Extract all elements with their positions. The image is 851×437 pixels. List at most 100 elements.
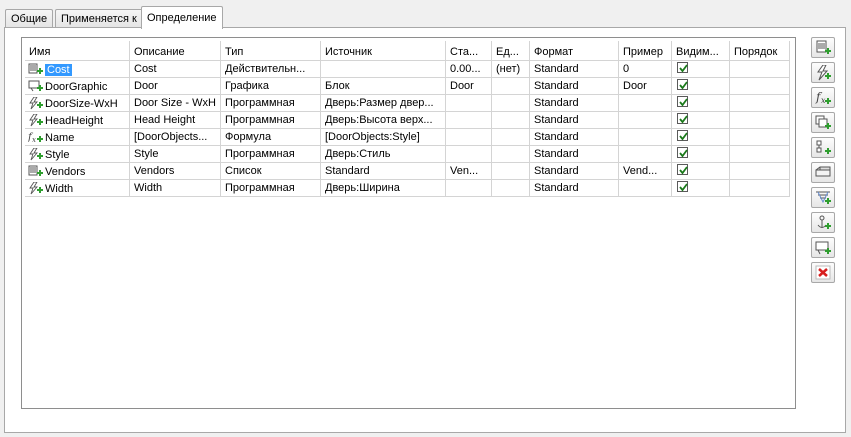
visible-checkbox[interactable] bbox=[677, 96, 688, 107]
cell-name[interactable]: Width bbox=[25, 180, 130, 197]
cell-description[interactable]: Width bbox=[130, 180, 221, 197]
cell-type[interactable]: Графика bbox=[221, 78, 321, 95]
cell-format[interactable]: Standard bbox=[530, 78, 619, 95]
table-row[interactable]: DoorGraphic Door Графика Блок Door Standard Do… bbox=[22, 78, 790, 95]
visible-checkbox[interactable] bbox=[677, 79, 688, 90]
column-header-example[interactable]: Пример bbox=[619, 41, 672, 61]
cell-visible[interactable] bbox=[672, 78, 730, 95]
cell-order[interactable] bbox=[730, 146, 790, 163]
cell-format[interactable]: Standard bbox=[530, 129, 619, 146]
cell-start-value[interactable]: 0.00... bbox=[446, 61, 492, 78]
cell-format[interactable]: Standard bbox=[530, 146, 619, 163]
cell-description[interactable]: Style bbox=[130, 146, 221, 163]
add-formula-property-button[interactable]: fx bbox=[811, 87, 835, 108]
visible-checkbox[interactable] bbox=[677, 164, 688, 175]
cell-order[interactable] bbox=[730, 163, 790, 180]
cell-name[interactable]: Cost bbox=[25, 61, 130, 78]
cell-units[interactable] bbox=[492, 180, 530, 197]
cell-visible[interactable] bbox=[672, 163, 730, 180]
cell-order[interactable] bbox=[730, 61, 790, 78]
cell-source[interactable]: Standard bbox=[321, 163, 446, 180]
column-header-type[interactable]: Тип bbox=[221, 41, 321, 61]
cell-visible[interactable] bbox=[672, 95, 730, 112]
cell-order[interactable] bbox=[730, 95, 790, 112]
cell-description[interactable]: Head Height bbox=[130, 112, 221, 129]
table-row[interactable]: HeadHeight Head Height Программная Дверь:Вы… bbox=[22, 112, 790, 129]
column-header-units[interactable]: Ед... bbox=[492, 41, 530, 61]
cell-source[interactable]: Дверь:Высота верх... bbox=[321, 112, 446, 129]
cell-type[interactable]: Формула bbox=[221, 129, 321, 146]
cell-source[interactable]: [DoorObjects:Style] bbox=[321, 129, 446, 146]
cell-name[interactable]: Vendors bbox=[25, 163, 130, 180]
cell-start-value[interactable] bbox=[446, 112, 492, 129]
cell-start-value[interactable] bbox=[446, 129, 492, 146]
cell-source[interactable]: Дверь:Размер двер... bbox=[321, 95, 446, 112]
cell-example[interactable]: 0 bbox=[619, 61, 672, 78]
add-location-property-button[interactable] bbox=[811, 112, 835, 133]
cell-source[interactable]: Дверь:Ширина bbox=[321, 180, 446, 197]
cell-units[interactable] bbox=[492, 163, 530, 180]
column-header-order[interactable]: Порядок bbox=[730, 41, 790, 61]
add-anchor-property-button[interactable] bbox=[811, 212, 835, 233]
cell-name[interactable]: Style bbox=[25, 146, 130, 163]
cell-format[interactable]: Standard bbox=[530, 163, 619, 180]
visible-checkbox[interactable] bbox=[677, 130, 688, 141]
column-header-description[interactable]: Описание bbox=[130, 41, 221, 61]
cell-description[interactable]: [DoorObjects... bbox=[130, 129, 221, 146]
cell-start-value[interactable] bbox=[446, 180, 492, 197]
cell-source[interactable] bbox=[321, 61, 446, 78]
table-row[interactable]: f x Name [DoorObjects... Формула [DoorObjects… bbox=[22, 129, 790, 146]
cell-start-value[interactable]: Door bbox=[446, 78, 492, 95]
cell-start-value[interactable]: Ven... bbox=[446, 163, 492, 180]
add-manual-property-button[interactable] bbox=[811, 37, 835, 58]
cell-order[interactable] bbox=[730, 129, 790, 146]
cell-type[interactable]: Программная bbox=[221, 95, 321, 112]
cell-example[interactable] bbox=[619, 180, 672, 197]
cell-description[interactable]: Vendors bbox=[130, 163, 221, 180]
cell-units[interactable] bbox=[492, 112, 530, 129]
cell-type[interactable]: Список bbox=[221, 163, 321, 180]
cell-source[interactable]: Блок bbox=[321, 78, 446, 95]
cell-description[interactable]: Door bbox=[130, 78, 221, 95]
cell-start-value[interactable] bbox=[446, 95, 492, 112]
cell-order[interactable] bbox=[730, 112, 790, 129]
cell-example[interactable] bbox=[619, 146, 672, 163]
add-property-set-button[interactable] bbox=[811, 187, 835, 208]
cell-units[interactable]: (нет) bbox=[492, 61, 530, 78]
cell-visible[interactable] bbox=[672, 61, 730, 78]
cell-name[interactable]: DoorGraphic bbox=[25, 78, 130, 95]
cell-name[interactable]: f x Name bbox=[25, 129, 130, 146]
column-header-format[interactable]: Формат bbox=[530, 41, 619, 61]
visible-checkbox[interactable] bbox=[677, 62, 688, 73]
table-row[interactable]: DoorSize-WxH Door Size - WxH Программная Дв… bbox=[22, 95, 790, 112]
tab-applies-to[interactable]: Применяется к bbox=[55, 9, 143, 28]
visible-checkbox[interactable] bbox=[677, 113, 688, 124]
cell-visible[interactable] bbox=[672, 129, 730, 146]
cell-description[interactable]: Cost bbox=[130, 61, 221, 78]
table-row[interactable]: Cost Cost Действительн... 0.00... (нет) Stand… bbox=[22, 61, 790, 78]
table-row[interactable]: Width Width Программная Дверь:Ширина Standar… bbox=[22, 180, 790, 197]
visible-checkbox[interactable] bbox=[677, 181, 688, 192]
cell-example[interactable] bbox=[619, 95, 672, 112]
cell-type[interactable]: Программная bbox=[221, 146, 321, 163]
tab-general[interactable]: Общие bbox=[5, 9, 54, 28]
tab-definition[interactable]: Определение bbox=[141, 6, 223, 29]
cell-example[interactable]: Vend... bbox=[619, 163, 672, 180]
cell-visible[interactable] bbox=[672, 146, 730, 163]
cell-start-value[interactable] bbox=[446, 146, 492, 163]
cell-format[interactable]: Standard bbox=[530, 61, 619, 78]
add-automatic-property-button[interactable] bbox=[811, 62, 835, 83]
add-classification-property-button[interactable] bbox=[811, 137, 835, 158]
cell-source[interactable]: Дверь:Стиль bbox=[321, 146, 446, 163]
table-row[interactable]: Style Style Программная Дверь:Стиль Standard bbox=[22, 146, 790, 163]
column-header-name[interactable]: Имя bbox=[25, 41, 130, 61]
cell-type[interactable]: Действительн... bbox=[221, 61, 321, 78]
add-material-property-button[interactable] bbox=[811, 162, 835, 183]
cell-visible[interactable] bbox=[672, 180, 730, 197]
cell-example[interactable]: Door bbox=[619, 78, 672, 95]
cell-name[interactable]: HeadHeight bbox=[25, 112, 130, 129]
cell-description[interactable]: Door Size - WxH bbox=[130, 95, 221, 112]
cell-units[interactable] bbox=[492, 95, 530, 112]
cell-units[interactable] bbox=[492, 129, 530, 146]
cell-type[interactable]: Программная bbox=[221, 180, 321, 197]
